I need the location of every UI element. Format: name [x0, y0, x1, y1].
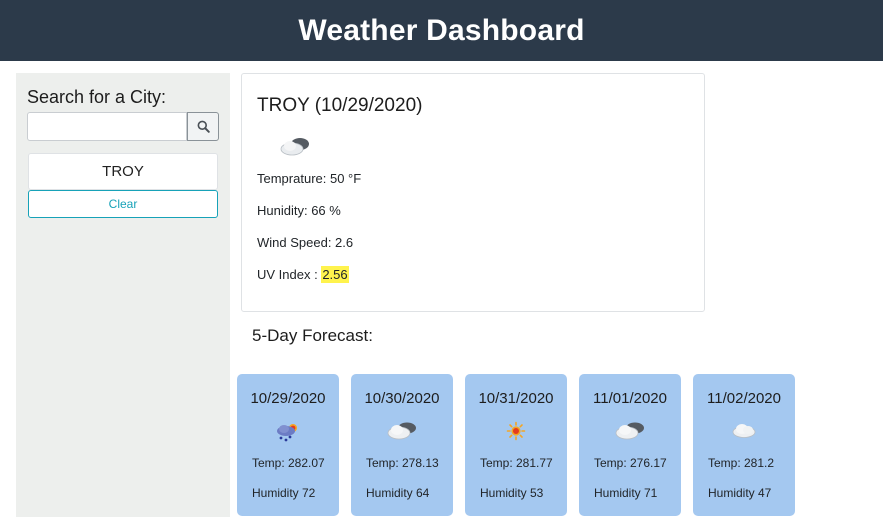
current-city-title: TROY (10/29/2020) — [257, 95, 423, 116]
forecast-heading: 5-Day Forecast: — [252, 326, 373, 345]
rain-sun-icon — [237, 421, 339, 443]
current-uv-index: UV Index : 2.56 — [257, 266, 349, 283]
uv-index-value: 2.56 — [321, 266, 349, 283]
forecast-card: 10/30/2020 Temp: 278.13 Humidity 64 — [351, 374, 453, 516]
search-sidebar: Search for a City: TROY Clear — [16, 73, 230, 517]
forecast-humidity: Humidity 72 — [252, 486, 316, 500]
forecast-date: 10/30/2020 — [364, 390, 440, 407]
uv-index-label: UV Index : — [257, 267, 322, 282]
forecast-card: 11/02/2020 Temp: 281.2 Humidity 47 — [693, 374, 795, 516]
forecast-humidity: Humidity 47 — [708, 486, 772, 500]
forecast-date: 10/31/2020 — [478, 390, 554, 407]
cloud-icon — [693, 421, 795, 439]
clear-button[interactable]: Clear — [28, 190, 218, 218]
cloudy-icon — [351, 421, 453, 441]
search-heading: Search for a City: — [27, 87, 167, 107]
current-weather-card: TROY (10/29/2020) Temprature: 50 °F Huni… — [241, 73, 705, 312]
current-humidity: Hunidity: 66 % — [257, 203, 341, 218]
forecast-temp: Temp: 278.13 — [366, 456, 439, 470]
page-title: Weather Dashboard — [298, 13, 585, 47]
forecast-temp: Temp: 282.07 — [252, 456, 325, 470]
sun-icon — [465, 421, 567, 441]
history-item-troy[interactable]: TROY — [28, 153, 218, 190]
forecast-card: 10/31/2020 Temp: 281.77 Humidity 53 — [465, 374, 567, 516]
forecast-date: 10/29/2020 — [250, 390, 326, 407]
forecast-humidity: Humidity 53 — [480, 486, 544, 500]
cloudy-icon — [579, 421, 681, 441]
forecast-humidity: Humidity 64 — [366, 486, 430, 500]
city-search-input[interactable] — [27, 112, 187, 141]
forecast-humidity: Humidity 71 — [594, 486, 658, 500]
forecast-temp: Temp: 281.2 — [708, 456, 775, 470]
search-button[interactable] — [187, 112, 219, 141]
current-wind-speed: Wind Speed: 2.6 — [257, 235, 354, 250]
cloudy-icon — [278, 136, 312, 163]
forecast-card: 10/29/2020 Temp: 282.07 Humidity 72 — [237, 374, 339, 516]
forecast-date: 11/01/2020 — [593, 390, 667, 407]
current-temperature: Temprature: 50 °F — [257, 171, 362, 186]
forecast-card: 11/01/2020 Temp: 276.17 Humidity 71 — [579, 374, 681, 516]
app-header: Weather Dashboard — [0, 0, 883, 61]
forecast-temp: Temp: 276.17 — [594, 456, 667, 470]
forecast-temp: Temp: 281.77 — [480, 456, 553, 470]
search-icon — [197, 120, 210, 133]
forecast-date: 11/02/2020 — [707, 390, 781, 407]
